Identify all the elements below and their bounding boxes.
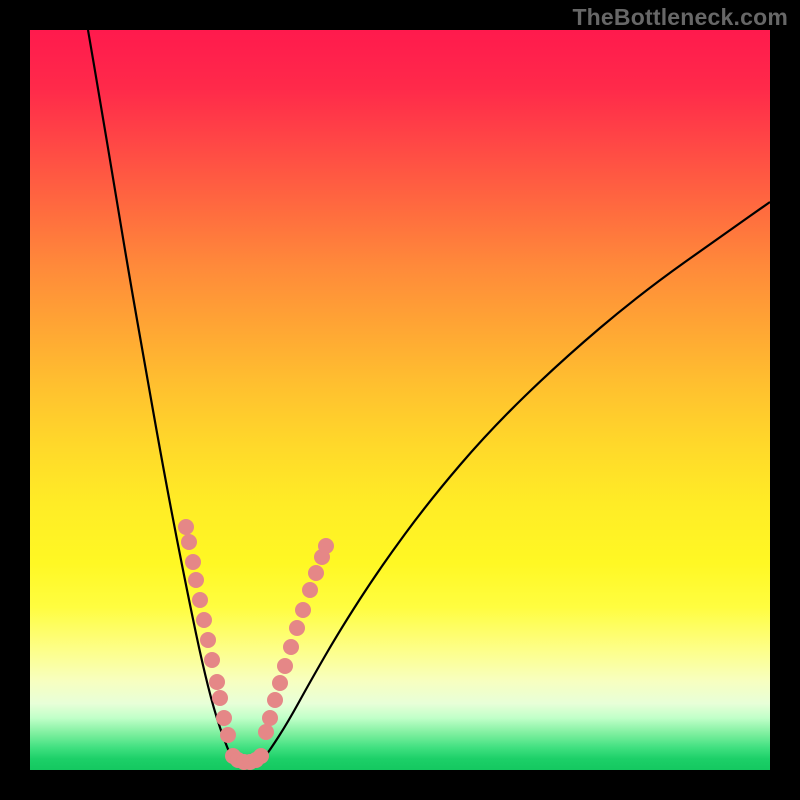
bead-marker xyxy=(196,612,212,628)
bead-marker xyxy=(216,710,232,726)
bead-marker xyxy=(220,727,236,743)
chart-svg xyxy=(30,30,770,770)
bead-marker xyxy=(262,710,278,726)
bead-markers xyxy=(178,519,334,770)
bead-marker xyxy=(308,565,324,581)
right-curve xyxy=(258,202,770,766)
bead-marker xyxy=(185,554,201,570)
bead-marker xyxy=(267,692,283,708)
bead-marker xyxy=(302,582,318,598)
bead-marker xyxy=(188,572,204,588)
bead-marker xyxy=(192,592,208,608)
chart-frame: TheBottleneck.com xyxy=(0,0,800,800)
bead-marker xyxy=(289,620,305,636)
plot-area xyxy=(30,30,770,770)
bead-marker xyxy=(277,658,293,674)
bead-marker xyxy=(258,724,274,740)
bead-marker xyxy=(318,538,334,554)
bead-marker xyxy=(200,632,216,648)
bead-marker xyxy=(253,748,269,764)
bead-marker xyxy=(283,639,299,655)
bead-marker xyxy=(204,652,220,668)
watermark-text: TheBottleneck.com xyxy=(572,4,788,31)
bead-marker xyxy=(295,602,311,618)
bead-marker xyxy=(212,690,228,706)
bead-marker xyxy=(178,519,194,535)
bead-marker xyxy=(272,675,288,691)
bead-marker xyxy=(209,674,225,690)
bead-marker xyxy=(181,534,197,550)
